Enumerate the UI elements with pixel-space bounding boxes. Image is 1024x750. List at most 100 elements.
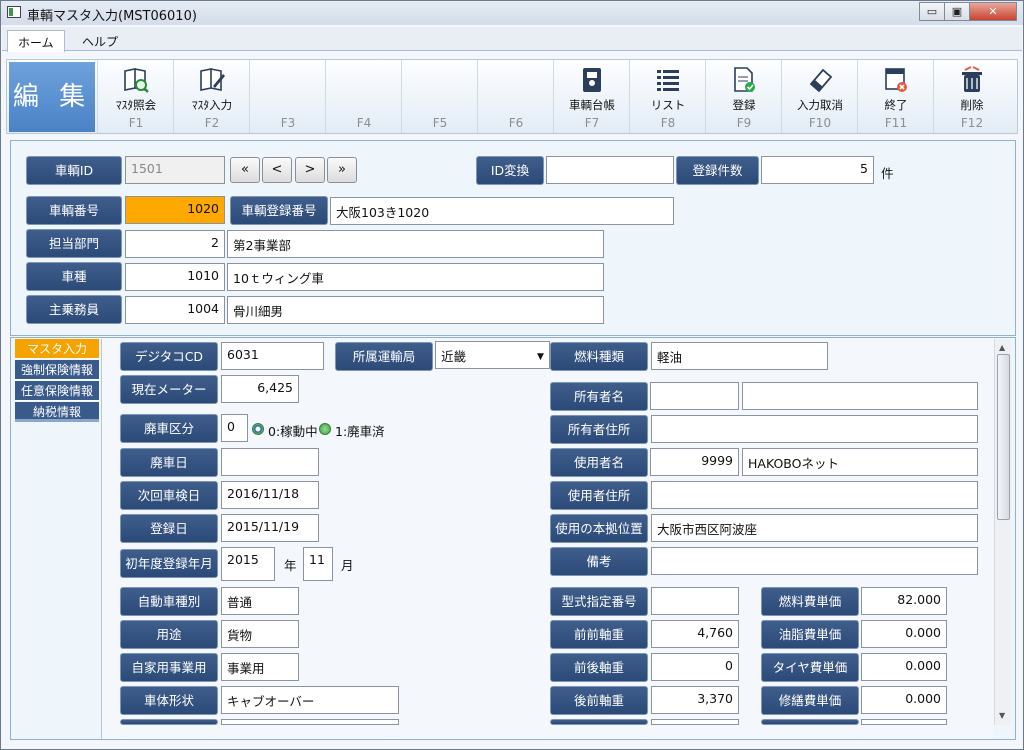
note-field[interactable] [651,547,978,575]
reg-no-field[interactable]: 大阪103き1020 [330,197,674,225]
f10-cancel-input-button[interactable]: 入力取消 F10 [781,60,857,133]
f7-ledger-button[interactable]: 車輌台帳 F7 [553,60,629,133]
next-inspect-field[interactable]: 2016/11/18 [221,481,319,509]
usage-label: 用途 [120,620,218,649]
chevron-down-icon[interactable]: ▼ [537,352,544,362]
close-button[interactable]: ✕ [969,2,1017,21]
usage-field[interactable]: 貨物 [221,620,299,648]
owner-code-field[interactable] [650,382,739,410]
digitaco-field[interactable]: 6031 [221,342,324,370]
f8-list-button[interactable]: リスト F8 [629,60,705,133]
fr-axle-field[interactable]: 0 [651,653,739,681]
scrap-retired-radio[interactable] [319,423,331,435]
next-row-field-clipped[interactable] [221,719,399,725]
ff-axle-field[interactable]: 4,760 [651,620,739,648]
f7-label: 車輌台帳 [569,98,615,112]
owner-label: 所有者名 [550,382,648,411]
scroll-thumb[interactable] [997,354,1010,520]
sidenav-optional-insurance[interactable]: 任意保険情報 [15,381,99,401]
next-axle-field-clipped[interactable] [651,719,739,725]
edit-group-label: 編 集 [9,62,95,132]
f1-master-inquiry-button[interactable]: ﾏｽﾀ照会 F1 [97,60,173,133]
driver-name-field: 骨川細男 [227,296,604,324]
user-addr-field[interactable] [651,481,978,509]
prev-record-button[interactable]: < [262,157,292,183]
scrap-active-label: 0:稼動中 [268,424,318,439]
fuel-type-label: 燃料種類 [550,342,648,371]
first-record-button[interactable]: « [230,157,260,183]
private-field[interactable]: 事業用 [221,653,299,681]
tire-cost-field[interactable]: 0.000 [861,653,947,681]
base-field[interactable]: 大阪市西区阿波座 [651,514,978,542]
id-change-field[interactable] [546,156,674,184]
reg-date-label: 登録日 [120,514,218,543]
car-kind-field[interactable]: 普通 [221,587,299,615]
oil-cost-field[interactable]: 0.000 [861,620,947,648]
tab-help[interactable]: ヘルプ [72,30,128,52]
f8-label: リスト [650,98,686,112]
next-record-button[interactable]: > [295,157,325,183]
app-icon [7,6,21,18]
scrap-date-field[interactable] [221,448,319,476]
first-year-field[interactable]: 2015 [221,547,275,581]
scroll-up-icon[interactable]: ▲ [999,343,1005,352]
minimize-button[interactable]: ▭ [919,2,945,21]
sidenav-compulsory-insurance[interactable]: 強制保険情報 [15,360,99,380]
vehicle-no-label: 車輌番号 [26,196,122,225]
fuel-cost-field[interactable]: 82.000 [861,587,947,615]
next-cost-label-clipped [761,719,859,725]
first-month-field[interactable]: 11 [303,547,333,581]
f9-key: F9 [736,116,752,130]
f8-key: F8 [660,116,676,130]
rf-axle-field[interactable]: 3,370 [651,686,739,714]
f4-button[interactable]: F4 [325,60,401,133]
user-code-field[interactable]: 9999 [650,448,739,476]
fuel-type-field[interactable]: 軽油 [651,342,828,370]
next-row-label-clipped [120,719,218,725]
f6-button[interactable]: F6 [477,60,553,133]
trash-icon [962,66,982,92]
owner-addr-field[interactable] [651,415,978,443]
f2-master-input-button[interactable]: ﾏｽﾀ入力 F2 [173,60,249,133]
driver-code-field[interactable]: 1004 [125,296,225,324]
f12-delete-button[interactable]: 削除 F12 [933,60,1009,133]
f1-label: ﾏｽﾀ照会 [115,98,157,112]
body-field[interactable]: キャブオーバー [221,686,399,714]
vehicle-type-label: 車種 [26,262,122,291]
last-record-button[interactable]: » [327,157,357,183]
dept-label: 担当部門 [26,229,122,258]
scrap-active-radio[interactable] [252,423,264,435]
oil-cost-label: 油脂費単価 [761,620,859,649]
repair-cost-field[interactable]: 0.000 [861,686,947,714]
tab-home[interactable]: ホーム [7,30,65,52]
scroll-down-icon[interactable]: ▼ [999,711,1005,720]
meter-field[interactable]: 6,425 [221,375,299,403]
dept-code-field[interactable]: 2 [125,230,225,258]
note-label: 備考 [550,547,648,576]
vehicle-id-field[interactable]: 1501 [125,156,225,184]
f9-register-button[interactable]: 登録 F9 [705,60,781,133]
scrap-field[interactable]: 0 [221,414,248,442]
scrap-date-label: 廃車日 [120,448,218,477]
model-no-field[interactable] [651,587,739,615]
owner-addr-label: 所有者住所 [550,415,648,444]
exit-icon [885,68,907,92]
fr-axle-label: 前後軸重 [550,653,648,682]
f3-button[interactable]: F3 [249,60,325,133]
sidenav-master-input[interactable]: マスタ入力 [15,339,99,359]
user-addr-label: 使用者住所 [550,481,648,510]
f2-label: ﾏｽﾀ入力 [191,98,233,112]
f5-button[interactable]: F5 [401,60,477,133]
reg-date-field[interactable]: 2015/11/19 [221,514,319,542]
vehicle-no-field[interactable]: 1020 [125,196,225,224]
detail-scrollbar[interactable]: ▲ ▼ [994,339,1011,725]
bureau-select[interactable]: 近畿 [435,341,550,369]
sidenav-tax-info[interactable]: 納税情報 [15,402,99,422]
maximize-button[interactable]: ▣ [944,2,970,21]
vehicle-id-label: 車輌ID [26,156,122,185]
vehicle-type-code-field[interactable]: 1010 [125,263,225,291]
next-cost-field-clipped[interactable] [861,719,947,725]
next-inspect-label: 次回車検日 [120,481,218,510]
f11-exit-button[interactable]: 終了 F11 [857,60,933,133]
f12-label: 削除 [960,98,984,112]
